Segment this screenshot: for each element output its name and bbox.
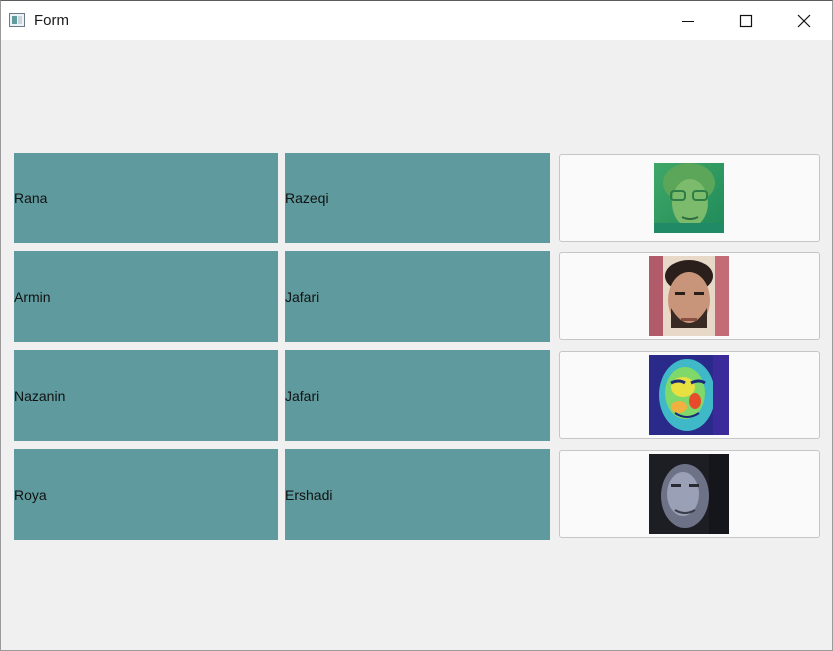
face-photo-natural-icon (649, 256, 729, 336)
form-window: Form Rana Razeqi Armin Jafari Nazanin Ja… (0, 0, 833, 651)
first-name-cell: Rana (14, 153, 278, 243)
first-name-cell: Armin (14, 251, 278, 342)
face-photo-dark-icon (649, 454, 729, 534)
maximize-icon (739, 14, 753, 28)
first-name-label: Roya (14, 486, 47, 503)
first-name-cell: Roya (14, 449, 278, 540)
last-name-label: Ershadi (285, 486, 333, 503)
photo-button[interactable] (559, 351, 820, 439)
title-bar[interactable]: Form (1, 1, 832, 40)
face-photo-green-icon (654, 163, 724, 233)
minimize-button[interactable] (659, 1, 717, 40)
close-icon (797, 14, 811, 28)
last-name-cell: Jafari (285, 251, 550, 342)
maximize-button[interactable] (717, 1, 775, 40)
first-name-label: Rana (14, 190, 48, 206)
app-window-icon (9, 13, 25, 27)
photo-button[interactable] (559, 252, 820, 340)
last-name-cell: Jafari (285, 350, 550, 441)
close-button[interactable] (775, 1, 832, 40)
photo-button[interactable] (559, 450, 820, 538)
last-name-cell: Ershadi (285, 449, 550, 540)
face-photo-heatmap-icon (649, 355, 729, 435)
last-name-label: Razeqi (285, 190, 329, 206)
first-name-label: Armin (14, 288, 51, 305)
last-name-cell: Razeqi (285, 153, 550, 243)
first-name-label: Nazanin (14, 387, 66, 404)
photo-button[interactable] (559, 154, 820, 242)
window-title: Form (34, 12, 69, 29)
minimize-icon (682, 21, 694, 22)
last-name-label: Jafari (285, 387, 320, 404)
first-name-cell: Nazanin (14, 350, 278, 441)
last-name-label: Jafari (285, 288, 320, 305)
